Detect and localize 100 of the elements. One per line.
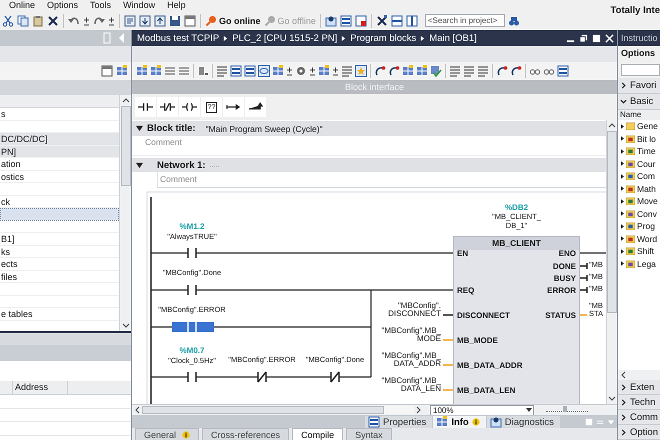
check-icon[interactable]	[430, 65, 442, 77]
section-header[interactable]: Basic	[618, 94, 660, 110]
menu-item[interactable]: Window	[117, 0, 162, 11]
instruction-folder-item[interactable]: Com	[618, 170, 660, 182]
scroll-up-icon[interactable]	[608, 122, 616, 128]
inspector-subtab[interactable]: Compile	[292, 428, 344, 440]
instruction-folder-item[interactable]: Conv	[618, 208, 660, 220]
panel-icon[interactable]	[354, 14, 367, 26]
window-icon[interactable]	[184, 14, 196, 26]
inspector-tab[interactable]: Info	[433, 416, 486, 428]
chevron-icon[interactable]	[620, 414, 627, 420]
inspector-subtab[interactable]: Syntax	[346, 428, 392, 440]
instruction-folder-item[interactable]: Lega	[618, 258, 660, 270]
instruction-button[interactable]	[157, 97, 178, 117]
lines-icon[interactable]	[216, 65, 228, 77]
save-icon[interactable]	[169, 14, 181, 26]
split-vertical-icon[interactable]	[406, 14, 418, 26]
curved-arrow-icon[interactable]	[374, 65, 386, 77]
section-header[interactable]: Exten	[618, 380, 660, 395]
scroll-down-icon[interactable]	[608, 396, 616, 402]
scroll-up-icon[interactable]	[122, 97, 130, 103]
inspector-subtab[interactable]: General	[135, 428, 200, 440]
undo-icon[interactable]	[68, 14, 80, 26]
scrollbar[interactable]	[142, 406, 414, 414]
operand-label[interactable]: "MBConfig".MB_ DATA_ADDR	[382, 352, 441, 368]
instruction-folder-item[interactable]: Math	[618, 182, 660, 195]
collapse-triangle-icon[interactable]	[136, 125, 143, 132]
lines-icon[interactable]	[341, 65, 353, 77]
grid-icon[interactable]	[402, 65, 414, 77]
panel-icon[interactable]	[244, 65, 256, 77]
scroll-right-icon[interactable]	[416, 406, 422, 414]
binoculars-icon[interactable]	[508, 14, 520, 26]
instruction-folder-item[interactable]: Shift	[618, 245, 660, 258]
operand-label[interactable]: "MBConfig".MB_ DATA_LEN	[382, 376, 441, 394]
plus-minus-icon[interactable]	[108, 14, 115, 26]
scissors-icon[interactable]	[2, 14, 14, 26]
copy-icon[interactable]	[17, 14, 29, 26]
grid-icon[interactable]	[150, 65, 162, 77]
section-header[interactable]: Favori	[618, 78, 660, 94]
curved-arrow-icon[interactable]	[510, 65, 522, 77]
block-title-value[interactable]: "Main Program Sweep (Cycle)"	[206, 124, 323, 134]
delete-icon[interactable]	[47, 14, 59, 26]
breadcrumb-item[interactable]: PLC_2 [CPU 1515-2 PN]	[232, 32, 338, 44]
dropdown-arrow-icon[interactable]	[525, 407, 533, 413]
curved-arrow-icon[interactable]	[496, 65, 508, 77]
zoom-dropdown[interactable]: 100%	[430, 404, 534, 416]
menu-item[interactable]: Help	[161, 0, 192, 11]
instruction-folder-item[interactable]: Word	[618, 232, 660, 245]
function-block[interactable]: MB_CLIENT EN REQ DISCONNECT MB_MODE MB_DATA_ADDR MB_DATA_LEN ENO DONE BUSY ERROR STATUS	[453, 236, 580, 404]
plus-minus-icon[interactable]	[332, 65, 339, 77]
chevron-icon[interactable]	[620, 398, 627, 406]
grid-icon[interactable]	[318, 65, 330, 77]
split-horizontal-icon[interactable]	[390, 14, 403, 26]
scrollbar[interactable]	[119, 95, 131, 331]
gear-icon[interactable]	[295, 65, 307, 77]
chevron-icon[interactable]	[620, 428, 627, 436]
scroll-down-icon[interactable]	[122, 323, 130, 329]
scroll-left-icon[interactable]	[134, 406, 140, 414]
grid-icon[interactable]	[116, 65, 128, 77]
section-header[interactable]: Techn	[618, 395, 660, 410]
redo-icon[interactable]	[93, 14, 105, 26]
instruction-folder-item[interactable]: Time	[618, 145, 660, 158]
search-field[interactable]: <Search in project>	[424, 14, 505, 27]
instruction-folder-item[interactable]: Prog	[618, 220, 660, 232]
instruction-button[interactable]	[223, 97, 244, 117]
contact-symbol[interactable]	[187, 372, 197, 382]
column-header[interactable]: Name	[618, 110, 660, 120]
panel-icon[interactable]	[557, 65, 569, 77]
download-icon[interactable]	[139, 14, 151, 26]
lines-icon[interactable]	[463, 65, 475, 77]
window-icon[interactable]	[101, 65, 113, 77]
list-icon[interactable]	[164, 65, 176, 77]
lines-icon[interactable]	[449, 65, 461, 77]
clipboard-icon[interactable]	[32, 14, 44, 26]
instruction-folder-item[interactable]: Cour	[618, 158, 660, 170]
breadcrumb-item[interactable]: Main [OB1]	[429, 32, 477, 44]
tree-item[interactable]: DC/DC/DC]	[0, 133, 119, 146]
restore-icon[interactable]	[579, 34, 588, 42]
menu-item[interactable]: Online	[3, 0, 42, 11]
section-header[interactable]: Comm	[618, 410, 660, 425]
breadcrumb-item[interactable]: Program blocks	[350, 32, 416, 44]
lines-icon[interactable]	[477, 65, 489, 77]
instruction-folder-item[interactable]: Move	[618, 195, 660, 208]
contact-symbol[interactable]	[187, 285, 197, 295]
curved-arrow-icon[interactable]	[388, 65, 400, 77]
breadcrumb-item[interactable]: Modbus test TCPIP	[137, 32, 220, 44]
tree-item[interactable]: PN]	[0, 146, 119, 158]
chevron-icon[interactable]	[620, 384, 627, 390]
upload-icon[interactable]	[154, 14, 166, 26]
collapse-triangle-icon[interactable]	[136, 162, 143, 168]
instruction-folder-item[interactable]: Bit lo	[618, 132, 660, 145]
compile-icon[interactable]	[124, 14, 136, 26]
grid-icon[interactable]	[416, 65, 428, 77]
chevron-icon[interactable]	[620, 82, 627, 89]
inspector-subtab[interactable]: Cross-references	[202, 428, 290, 440]
panel-icon[interactable]	[230, 65, 242, 77]
chevron-icon[interactable]	[620, 98, 627, 105]
menu-item[interactable]: Tools	[84, 0, 118, 11]
panel-icon[interactable]	[340, 14, 352, 26]
speech-bubble-icon[interactable]	[258, 65, 270, 77]
